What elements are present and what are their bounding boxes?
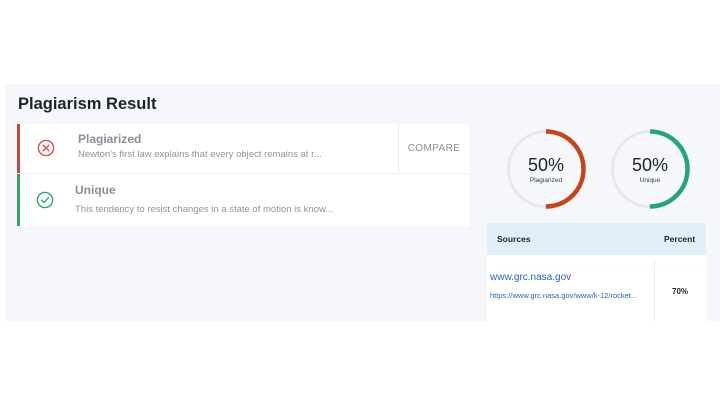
unique-label: Unique xyxy=(639,177,661,184)
result-snippet: Newton's first law explains that every o… xyxy=(78,149,322,160)
source-percent: 70% xyxy=(672,287,689,296)
plagiarized-percentage-ring: 50% Plagiarized xyxy=(505,128,587,210)
result-row-unique[interactable]: Unique This tendency to resist changes i… xyxy=(17,174,469,226)
check-circle-icon xyxy=(36,191,54,209)
compare-button[interactable]: COMPARE xyxy=(399,124,469,173)
table-row: www.grc.nasa.gov https://www.grc.nasa.go… xyxy=(487,255,706,321)
sources-table-header: Sources Percent xyxy=(487,223,706,255)
result-snippet: This tendency to resist changes in a sta… xyxy=(75,204,334,215)
result-title: Unique xyxy=(75,183,116,197)
unique-percent-value: 50% xyxy=(631,155,669,175)
plagiarized-label: Plagiarized xyxy=(529,177,563,184)
result-row-plagiarized[interactable]: Plagiarized Newton's first law explains … xyxy=(17,124,469,173)
source-domain-link[interactable]: www.grc.nasa.gov xyxy=(490,272,571,283)
source-url-link[interactable]: https://www.grc.nasa.gov/www/k-12/rocket… xyxy=(490,289,650,303)
page-title: Plagiarism Result xyxy=(18,95,157,113)
sources-column-header: Sources xyxy=(497,234,531,244)
unique-percentage-ring: 50% Unique xyxy=(609,128,691,210)
percent-column-header: Percent xyxy=(664,234,696,244)
plagiarized-percent-value: 50% xyxy=(527,155,565,175)
divider xyxy=(654,259,655,321)
plagiarism-result-panel: Plagiarism Result Plagiarized Newton's f… xyxy=(5,84,720,321)
result-title: Plagiarized xyxy=(78,132,142,146)
x-circle-icon xyxy=(37,139,55,157)
